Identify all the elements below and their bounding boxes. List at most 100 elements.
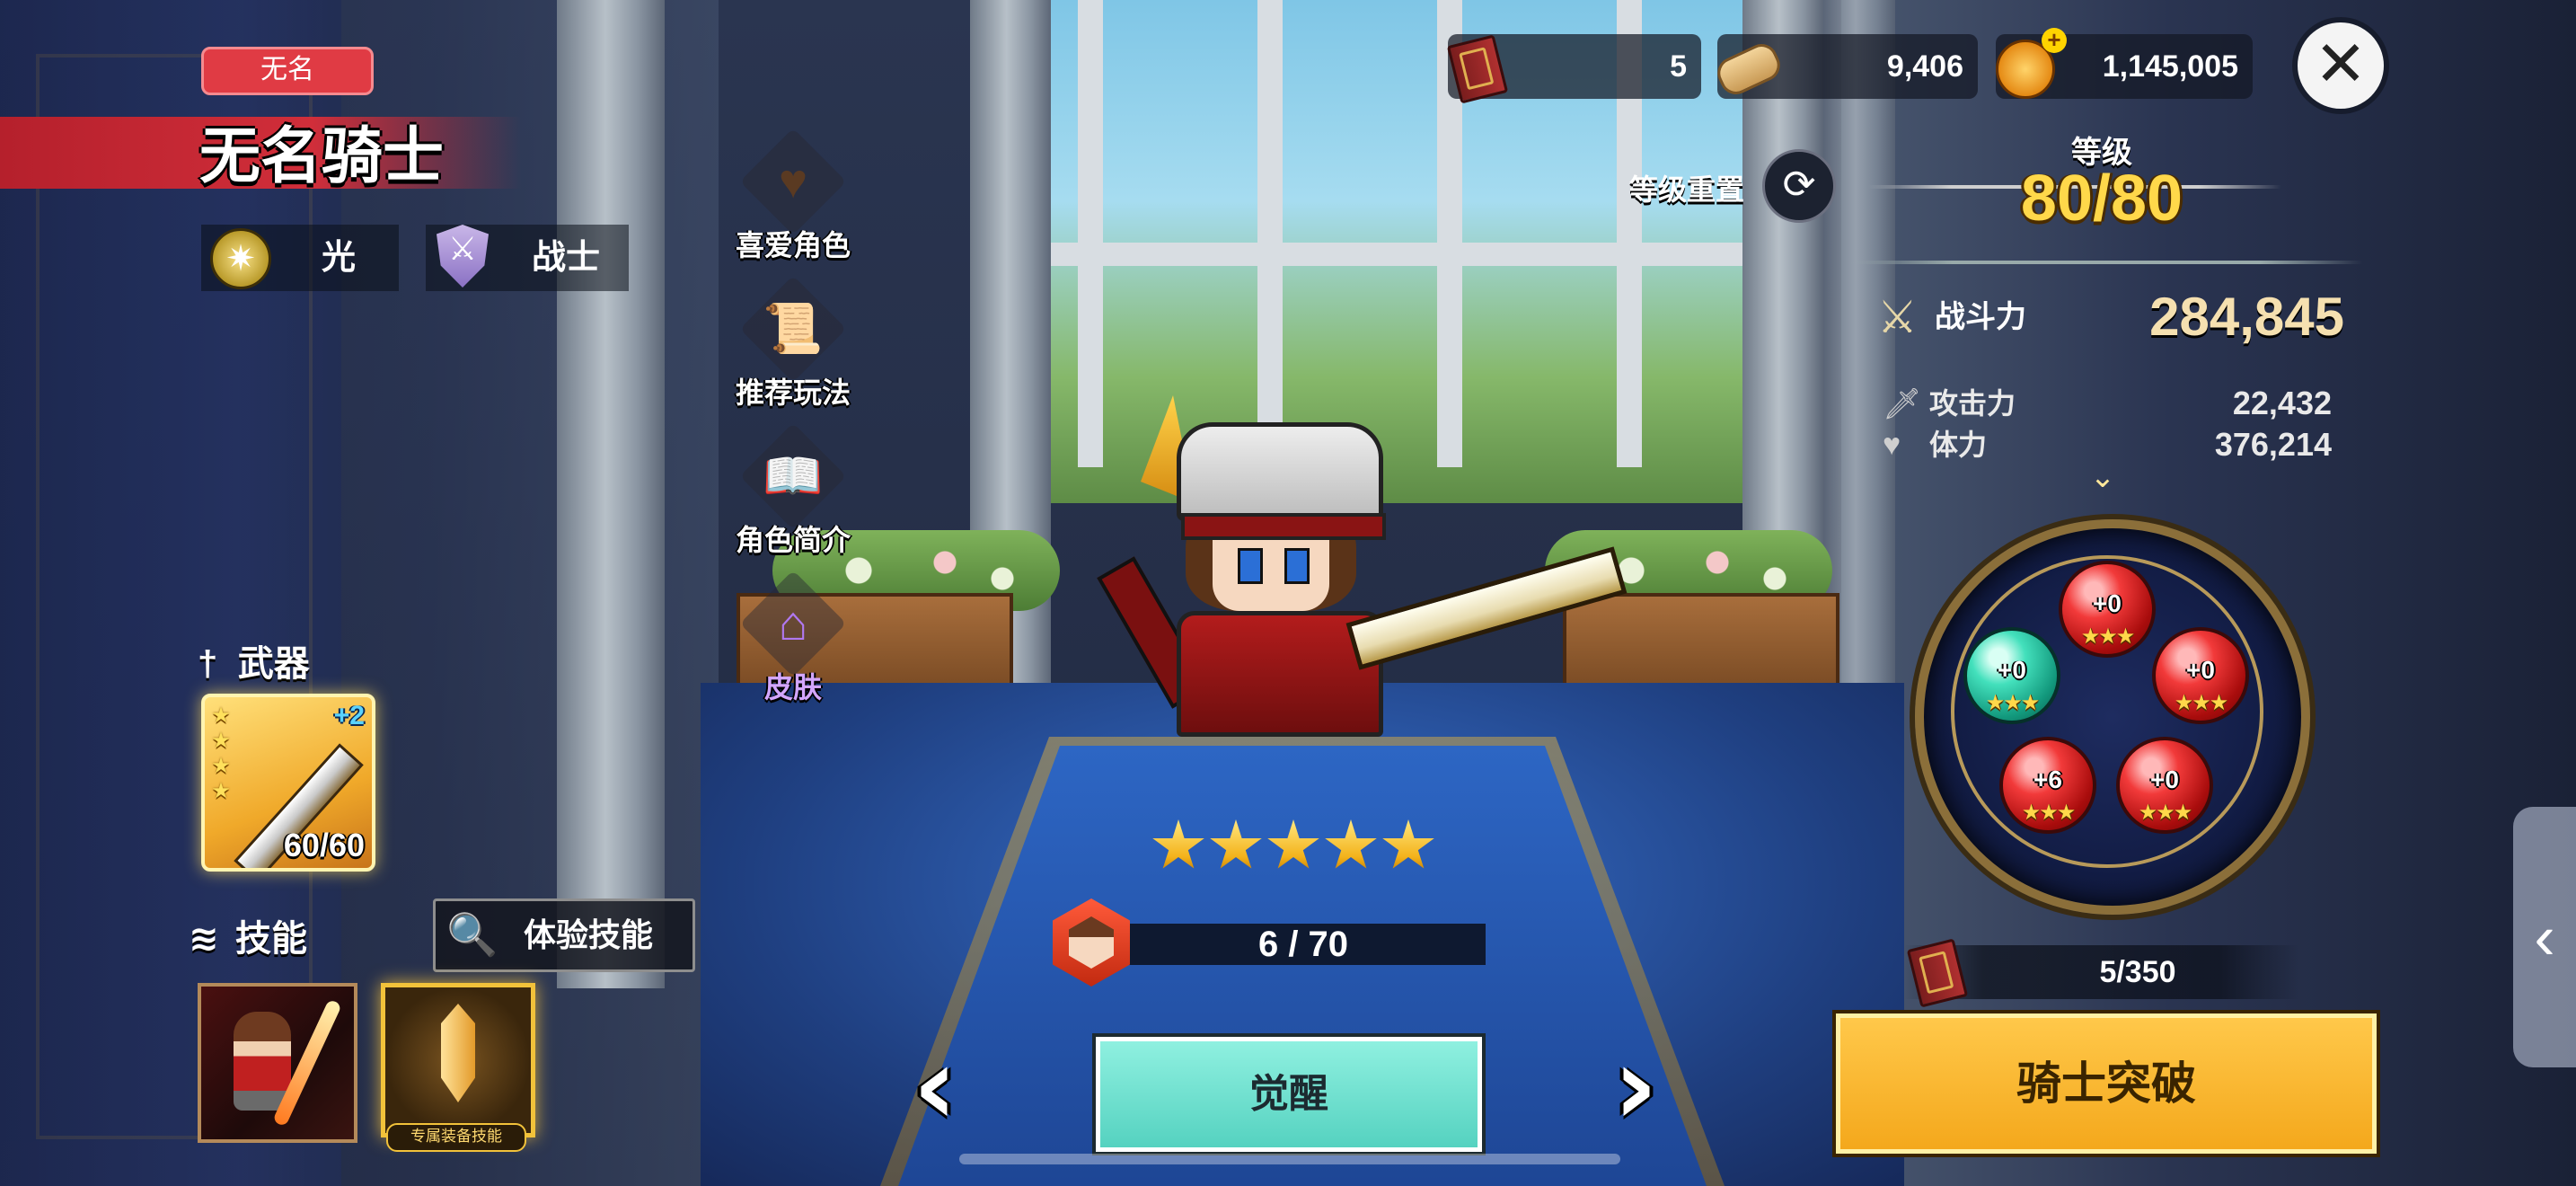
gem-stars: ★★★ xyxy=(2138,801,2193,825)
gem-stars: ★★★ xyxy=(1985,691,2041,715)
gem-level: +0 xyxy=(2186,656,2215,684)
attack-row: 🗡 攻击力 22,432 xyxy=(1883,383,2332,424)
currency-gold[interactable]: 1,145,005 xyxy=(1996,28,2253,99)
gem-slot[interactable]: +0 ★★★ xyxy=(2116,737,2213,834)
class-label: 战士 xyxy=(532,239,601,277)
scroll-guide-icon: 📜 xyxy=(763,302,824,356)
weapon-card[interactable]: ★★★★ +2 60/60 xyxy=(201,694,375,872)
try-skill-button[interactable]: 🔍 体验技能 xyxy=(433,898,695,972)
gem-slot[interactable]: +6 ★★★ xyxy=(1999,737,2096,834)
weapon-stars: ★★★★ xyxy=(208,703,233,803)
hanger-icon: ⌂ xyxy=(778,597,808,651)
helmet xyxy=(1177,422,1386,540)
light-element-icon xyxy=(210,228,271,289)
element-label: 光 xyxy=(322,239,357,277)
knight-figure xyxy=(234,1012,291,1111)
combat-power-label: 战斗力 xyxy=(1935,300,2026,334)
hp-label: 体力 xyxy=(1929,429,1988,461)
tome-icon xyxy=(1906,938,1969,1008)
attack-value: 22,432 xyxy=(2232,385,2332,421)
scroll-count: 9,406 xyxy=(1886,49,1963,84)
gem-stars: ★★★ xyxy=(2080,624,2136,649)
chevron-down-icon[interactable]: ⌄ xyxy=(2089,462,2116,492)
pillar xyxy=(557,0,665,988)
hero-sprite[interactable] xyxy=(1097,377,1628,737)
shard-count: 6 / 70 xyxy=(1257,925,1349,964)
skill-slot-1[interactable] xyxy=(198,983,357,1143)
scroll-indicator xyxy=(959,1154,1620,1164)
gem-slot[interactable]: +0 ★★★ xyxy=(1963,627,2060,724)
next-hero-arrow[interactable]: › xyxy=(1604,1033,1667,1141)
gold-count: 1,145,005 xyxy=(2102,49,2238,84)
element-attribute[interactable]: 光 xyxy=(201,225,399,291)
hero-title-tag: 无名 xyxy=(201,47,374,95)
star-icon xyxy=(1382,819,1434,869)
warrior-shield-icon xyxy=(437,225,489,288)
skin-button[interactable]: ⌂ 皮肤 xyxy=(726,570,860,706)
shard-progress: 6 / 70 xyxy=(1121,924,1486,965)
window-frame xyxy=(1078,0,1103,467)
crossed-swords-icon: ⚔ xyxy=(1877,292,1918,342)
eye xyxy=(1238,548,1263,584)
try-skill-label: 体验技能 xyxy=(524,916,654,953)
gem-level: +0 xyxy=(2093,589,2122,617)
weapon-heading-text: 武器 xyxy=(237,644,310,684)
level-reset-label: 等级重置 xyxy=(1629,173,1745,206)
close-button[interactable]: ✕ xyxy=(2298,22,2384,109)
gold-coin-icon xyxy=(1992,28,2067,99)
gem-level: +0 xyxy=(1998,656,2026,684)
breakthrough-label: 骑士突破 xyxy=(2016,1058,2196,1109)
star-icon xyxy=(1152,819,1204,869)
currency-tome[interactable]: 5 xyxy=(1446,34,1701,104)
divider xyxy=(1850,261,2362,264)
combat-power-value: 284,845 xyxy=(2149,287,2344,347)
gem-slot[interactable]: +0 ★★★ xyxy=(2059,561,2156,658)
window-frame xyxy=(970,243,1742,266)
heart-icon: ♥ xyxy=(778,155,808,208)
exclusive-skill-tag: 专属装备技能 xyxy=(386,1123,526,1152)
skill-slot-2[interactable] xyxy=(381,983,535,1137)
star-icon xyxy=(1267,819,1319,869)
eye xyxy=(1284,548,1310,584)
tome-icon xyxy=(1444,34,1509,104)
skills-heading-text: 技能 xyxy=(234,919,307,959)
side-drawer-tab[interactable]: ‹ xyxy=(2513,807,2576,1067)
level-reset-button[interactable]: ⟳ xyxy=(1762,149,1836,223)
scroll-icon xyxy=(1712,34,1786,100)
star-icon xyxy=(1210,819,1262,869)
class-attribute[interactable]: 战士 xyxy=(426,225,629,291)
star-icon xyxy=(1325,819,1377,869)
combat-power-row: ⚔ 战斗力 284,845 xyxy=(1877,286,2344,349)
level-display: 等级 80/80 xyxy=(2012,128,2192,253)
gem-slot[interactable]: +0 ★★★ xyxy=(2152,627,2249,724)
heart-icon: ♥ xyxy=(1883,428,1901,462)
prev-hero-arrow[interactable]: ‹ xyxy=(904,1033,966,1141)
hp-value: 376,214 xyxy=(2214,426,2332,463)
skill-wave-icon: ≋ xyxy=(189,919,219,959)
hero-star-rating xyxy=(1151,819,1448,888)
chevron-left-icon: ‹ xyxy=(2534,902,2555,972)
breakthrough-tome-count: 5/350 xyxy=(2099,955,2176,989)
currency-scroll[interactable]: 9,406 xyxy=(1712,34,1978,100)
attack-label: 攻击力 xyxy=(1929,387,2016,420)
skills-heading: ≋ 技能 xyxy=(189,909,307,961)
hero-name: 无名骑士 xyxy=(199,122,445,190)
knight-breakthrough-button[interactable]: 骑士突破 xyxy=(1836,1013,2377,1154)
weapon-durability: 60/60 xyxy=(283,827,365,863)
awaken-button[interactable]: 觉醒 xyxy=(1096,1037,1482,1152)
awaken-label: 觉醒 xyxy=(1249,1072,1328,1116)
weapon-heading: † 武器 xyxy=(198,634,310,686)
tome-count: 5 xyxy=(1670,49,1687,84)
recommended-button[interactable]: 📜 推荐玩法 xyxy=(726,275,860,412)
gem-stars: ★★★ xyxy=(2021,801,2077,825)
book-icon: 📖 xyxy=(763,449,824,503)
weapon-enhance-level: +2 xyxy=(333,701,365,730)
search-icon: 🔍 xyxy=(446,911,498,958)
profile-button[interactable]: 📖 角色简介 xyxy=(726,422,860,559)
gem-level: +6 xyxy=(2033,766,2062,793)
gem-stars: ★★★ xyxy=(2174,691,2229,715)
golden-sword-icon xyxy=(441,1004,475,1102)
favorite-button[interactable]: ♥ 喜爱角色 xyxy=(726,128,860,264)
gem-level: +0 xyxy=(2150,766,2179,793)
sword-small-icon: † xyxy=(198,644,218,684)
